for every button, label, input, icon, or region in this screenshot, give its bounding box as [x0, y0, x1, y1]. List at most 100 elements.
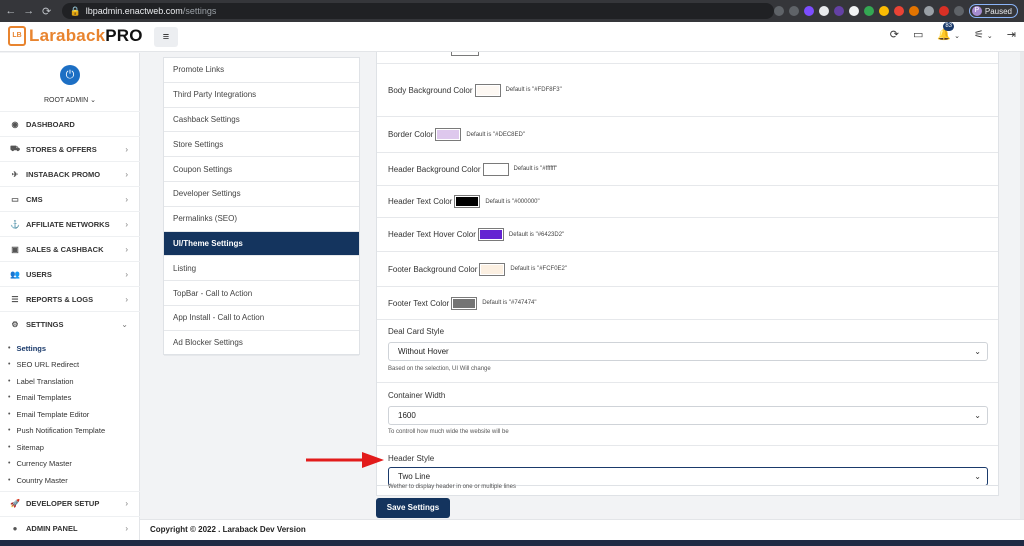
extension-icon[interactable]: [803, 6, 814, 16]
color-default-hint: Default is "#DEC8ED": [466, 131, 525, 138]
settings-nav-item[interactable]: UI/Theme Settings: [164, 231, 359, 257]
monitor-icon[interactable]: ▭: [913, 28, 923, 41]
sidebar-item-users[interactable]: 👥 USERS ›: [0, 261, 140, 286]
sidebar-subitem[interactable]: Label Translation: [8, 373, 140, 390]
extension-icon[interactable]: [818, 6, 829, 16]
sidebar-item-admin-panel[interactable]: ● ADMIN PANEL ›: [0, 515, 140, 541]
menu-toggle-button[interactable]: ≡: [154, 27, 178, 47]
color-swatch[interactable]: [454, 195, 481, 208]
cogs-icon: ⚙: [11, 319, 19, 329]
avatar: P: [971, 6, 982, 16]
color-swatch[interactable]: [474, 83, 501, 97]
settings-nav-item[interactable]: Store Settings: [164, 132, 359, 158]
settings-nav-item[interactable]: App Install - Call to Action: [164, 306, 359, 331]
chevron-icon: ›: [125, 294, 128, 304]
color-swatch-fill: [437, 130, 460, 139]
color-swatch-fill: [481, 264, 504, 274]
settings-nav-item[interactable]: Cashback Settings: [164, 108, 359, 133]
color-swatch[interactable]: [482, 162, 509, 176]
sidebar-item-label: USERS: [26, 269, 52, 279]
sidebar-item-cms[interactable]: ▭ CMS ›: [0, 186, 140, 211]
forward-icon[interactable]: →: [22, 5, 36, 17]
sidebar-subitem[interactable]: Email Template Editor: [8, 406, 140, 423]
top-header: LB LarabackPRO ≡ ⟳ ▭ 🔔 83 ⌄ ⚟ ⌄ ⇥: [0, 22, 1024, 52]
chevron-icon: ›: [125, 524, 128, 533]
sidebar-item-settings[interactable]: ⚙ SETTINGS ⌄: [0, 311, 140, 336]
color-setting-row: Header Text Hover Color Default is "#6423…: [377, 218, 998, 252]
sidebar-item-label: CMS: [26, 194, 43, 204]
color-swatch[interactable]: [451, 296, 478, 310]
settings-nav-item[interactable]: Listing: [164, 256, 359, 282]
refresh-icon[interactable]: ⟳: [890, 28, 899, 41]
chevron-icon: ⌄: [121, 319, 128, 329]
sidebar-item-instaback-promo[interactable]: ✈ INSTABACK PROMO ›: [0, 161, 140, 186]
power-icon[interactable]: ⏻: [60, 65, 80, 85]
color-swatch[interactable]: [479, 262, 506, 276]
settings-nav-item[interactable]: TopBar - Call to Action: [164, 281, 359, 306]
back-icon[interactable]: ←: [4, 5, 18, 17]
extension-icon[interactable]: [938, 6, 949, 16]
extension-icon[interactable]: [908, 6, 919, 16]
header-style-label: Header Style: [388, 454, 435, 463]
save-settings-button[interactable]: Save Settings: [376, 498, 450, 518]
extension-icon[interactable]: [863, 6, 874, 16]
extension-icon[interactable]: [833, 6, 844, 16]
color-swatch[interactable]: [435, 128, 462, 141]
sidebar-item-reports-logs[interactable]: ☰ REPORTS & LOGS ›: [0, 286, 140, 311]
extension-icon[interactable]: [893, 6, 904, 16]
deal-card-style-select[interactable]: Without Hover ⌄: [388, 342, 988, 361]
chevron-icon: ›: [125, 269, 128, 279]
sidebar-item-dashboard[interactable]: ◉ DASHBOARD: [0, 111, 140, 136]
puzzle-icon[interactable]: [953, 6, 964, 16]
sidebar-item-developer-setup[interactable]: 🚀 DEVELOPER SETUP ›: [0, 490, 140, 516]
sidebar-subitem[interactable]: Email Templates: [8, 390, 140, 407]
settings-nav-item[interactable]: Permalinks (SEO): [164, 207, 359, 232]
sidebar-item-label: STORES & OFFERS: [26, 144, 97, 154]
user-menu[interactable]: ROOT ADMIN ⌄: [0, 96, 140, 104]
extension-icon[interactable]: [848, 6, 859, 16]
admin-app: LB LarabackPRO ≡ ⟳ ▭ 🔔 83 ⌄ ⚟ ⌄ ⇥ ⏻ ROOT…: [0, 22, 1024, 540]
settings-nav-item[interactable]: Third Party Integrations: [164, 83, 359, 108]
chevron-down-icon: ⌄: [974, 411, 981, 420]
browser-toolbar: ← → ⟳ 🔒 lbpadmin.enactweb.com/settings P…: [0, 0, 1024, 22]
settings-nav-item[interactable]: Developer Settings: [164, 182, 359, 207]
sidebar-item-label: SALES & CASHBACK: [26, 244, 104, 254]
reload-icon[interactable]: ⟳: [40, 5, 54, 18]
sidebar: ⏻ ROOT ADMIN ⌄ ◉ DASHBOARD ⛟ STORES & OFFER…: [0, 53, 140, 540]
settings-submenu: SettingsSEO URL RedirectLabel Translatio…: [0, 336, 140, 491]
sidebar-subitem[interactable]: Settings: [8, 340, 140, 357]
color-label: Header Background Color: [388, 164, 481, 174]
sliders-icon[interactable]: ⚟ ⌄: [974, 28, 993, 41]
color-setting-row: Footer Background Color Default is "#FCF0…: [377, 252, 998, 287]
sidebar-item-stores-offers[interactable]: ⛟ STORES & OFFERS ›: [0, 136, 140, 161]
header-style-help-row: Wether to display header in one or multi…: [376, 484, 999, 496]
color-swatch[interactable]: [451, 52, 479, 56]
settings-nav-item[interactable]: Coupon Settings: [164, 157, 359, 182]
settings-nav-item[interactable]: Promote Links: [164, 58, 359, 83]
color-label: Footer Background Color: [388, 264, 478, 274]
logo[interactable]: LB LarabackPRO: [8, 26, 143, 46]
star-icon[interactable]: [788, 6, 799, 16]
sidebar-subitem[interactable]: Push Notification Template: [8, 423, 140, 440]
url-host: lbpadmin.enactweb.com: [85, 6, 183, 16]
sidebar-subitem[interactable]: Currency Master: [8, 456, 140, 473]
sidebar-subitem[interactable]: SEO URL Redirect: [8, 357, 140, 374]
extension-icon[interactable]: [878, 6, 889, 16]
notification-button[interactable]: 🔔 83 ⌄: [937, 22, 960, 41]
address-bar[interactable]: 🔒 lbpadmin.enactweb.com/settings: [61, 3, 774, 19]
share-icon[interactable]: [773, 6, 784, 16]
dashboard-icon: ◉: [11, 119, 19, 129]
color-setting-row: Header Background Color Default is "#ffff…: [377, 153, 998, 186]
container-width-select[interactable]: 1600 ⌄: [388, 406, 988, 425]
sidebar-item-affiliate-networks[interactable]: ⚓ AFFILIATE NETWORKS ›: [0, 211, 140, 236]
settings-nav-item[interactable]: Ad Blocker Settings: [164, 331, 359, 356]
sidebar-subitem[interactable]: Country Master: [8, 472, 140, 489]
scrollbar[interactable]: [1020, 52, 1024, 519]
sidebar-item-sales-cashback[interactable]: ▣ SALES & CASHBACK ›: [0, 236, 140, 261]
container-width-help: To controll how much wide the website wi…: [388, 429, 509, 435]
extension-icon[interactable]: [923, 6, 934, 16]
sidebar-subitem[interactable]: Sitemap: [8, 439, 140, 456]
logout-icon[interactable]: ⇥: [1007, 28, 1016, 41]
profile-button[interactable]: P Paused: [968, 4, 1018, 18]
color-swatch[interactable]: [477, 228, 504, 241]
